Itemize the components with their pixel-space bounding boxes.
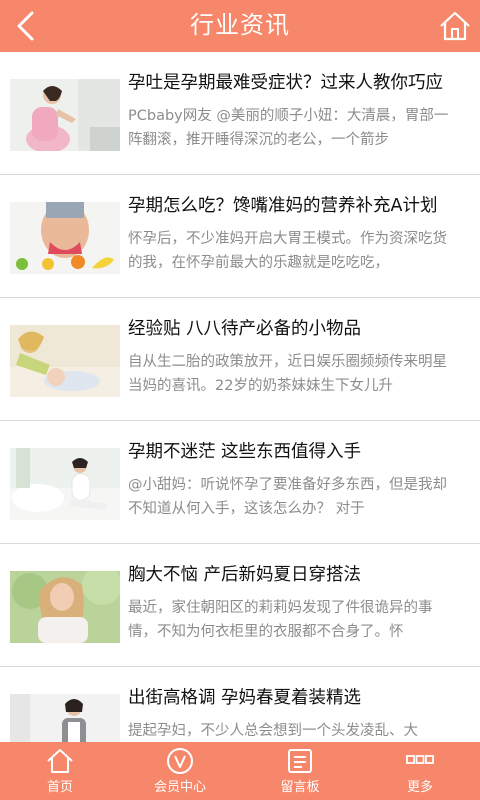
top-bar: 行业资讯 xyxy=(0,0,480,52)
home-icon xyxy=(47,749,73,773)
tab-label: 更多 xyxy=(406,780,433,795)
member-icon xyxy=(167,748,193,774)
list-item[interactable]: 孕期不迷茫 这些东西值得入手 @小甜妈：听说怀孕了要准备好多东西，但是我却不知道… xyxy=(0,421,480,544)
article-title: 出街高格调 孕妈春夏着装精选 xyxy=(128,688,362,708)
list-item[interactable]: 孕期怎么吃？馋嘴准妈的营养补充A计划 怀孕后，不少准妈开启大胃王模式。作为资深吃… xyxy=(0,175,480,298)
list-item[interactable]: 孕吐是孕期最难受症状？过来人教你巧应 PCbaby网友 @美丽的顺子小妞：大清晨… xyxy=(0,52,480,175)
article-thumbnail xyxy=(10,325,120,397)
article-thumbnail xyxy=(10,448,120,520)
article-title: 胸大不恼 产后新妈夏日穿搭法 xyxy=(128,565,362,585)
tab-message-board[interactable]: 留言板 xyxy=(240,742,360,800)
article-title: 孕吐是孕期最难受症状？过来人教你巧应 xyxy=(128,73,443,93)
article-thumbnail xyxy=(10,694,120,742)
article-summary: @小甜妈：听说怀孕了要准备好多东西，但是我却不知道从何入手，这该怎么办？ 对于 xyxy=(128,477,447,517)
home-icon[interactable] xyxy=(438,9,472,43)
article-title: 孕期怎么吃？馋嘴准妈的营养补充A计划 xyxy=(128,196,438,216)
bottom-tab-bar: 首页 会员中心 留言板 更多 xyxy=(0,742,480,800)
article-summary: 自从生二胎的政策放开，近日娱乐圈频频传来明星当妈的喜讯。22岁的奶茶妹妹生下女儿… xyxy=(128,354,447,394)
tab-label: 首页 xyxy=(46,780,73,795)
article-summary: 怀孕后，不少准妈开启大胃王模式。作为资深吃货的我，在怀孕前最大的乐趣就是吃吃吃， xyxy=(128,231,447,271)
tab-label: 会员中心 xyxy=(153,780,206,795)
article-title: 经验贴 八八待产必备的小物品 xyxy=(128,319,362,339)
article-summary: 提起孕妇，不少人总会想到一个头发凌乱、大 xyxy=(128,723,418,739)
tab-label: 留言板 xyxy=(280,780,320,795)
article-thumbnail xyxy=(10,571,120,643)
message-board-icon xyxy=(288,749,312,773)
list-item[interactable]: 出街高格调 孕妈春夏着装精选 提起孕妇，不少人总会想到一个头发凌乱、大 xyxy=(0,667,480,742)
article-thumbnail xyxy=(10,79,120,151)
article-thumbnail xyxy=(10,202,120,274)
article-title: 孕期不迷茫 这些东西值得入手 xyxy=(128,442,362,462)
tab-more[interactable]: 更多 xyxy=(360,742,480,800)
list-item[interactable]: 经验贴 八八待产必备的小物品 自从生二胎的政策放开，近日娱乐圈频频传来明星当妈的… xyxy=(0,298,480,421)
article-summary: 最近，家住朝阳区的莉莉妈发现了件很诡异的事情，不知为何衣柜里的衣服都不合身了。怀 xyxy=(128,600,433,640)
page-title: 行业资讯 xyxy=(190,11,290,39)
more-icon xyxy=(406,755,434,764)
tab-member-center[interactable]: 会员中心 xyxy=(120,742,240,800)
article-list: 孕吐是孕期最难受症状？过来人教你巧应 PCbaby网友 @美丽的顺子小妞：大清晨… xyxy=(0,52,480,742)
list-item[interactable]: 胸大不恼 产后新妈夏日穿搭法 最近，家住朝阳区的莉莉妈发现了件很诡异的事情，不知… xyxy=(0,544,480,667)
tab-home[interactable]: 首页 xyxy=(0,742,120,800)
article-summary: PCbaby网友 @美丽的顺子小妞：大清晨，胃部一阵翻滚，推开睡得深沉的老公，一… xyxy=(128,108,449,148)
